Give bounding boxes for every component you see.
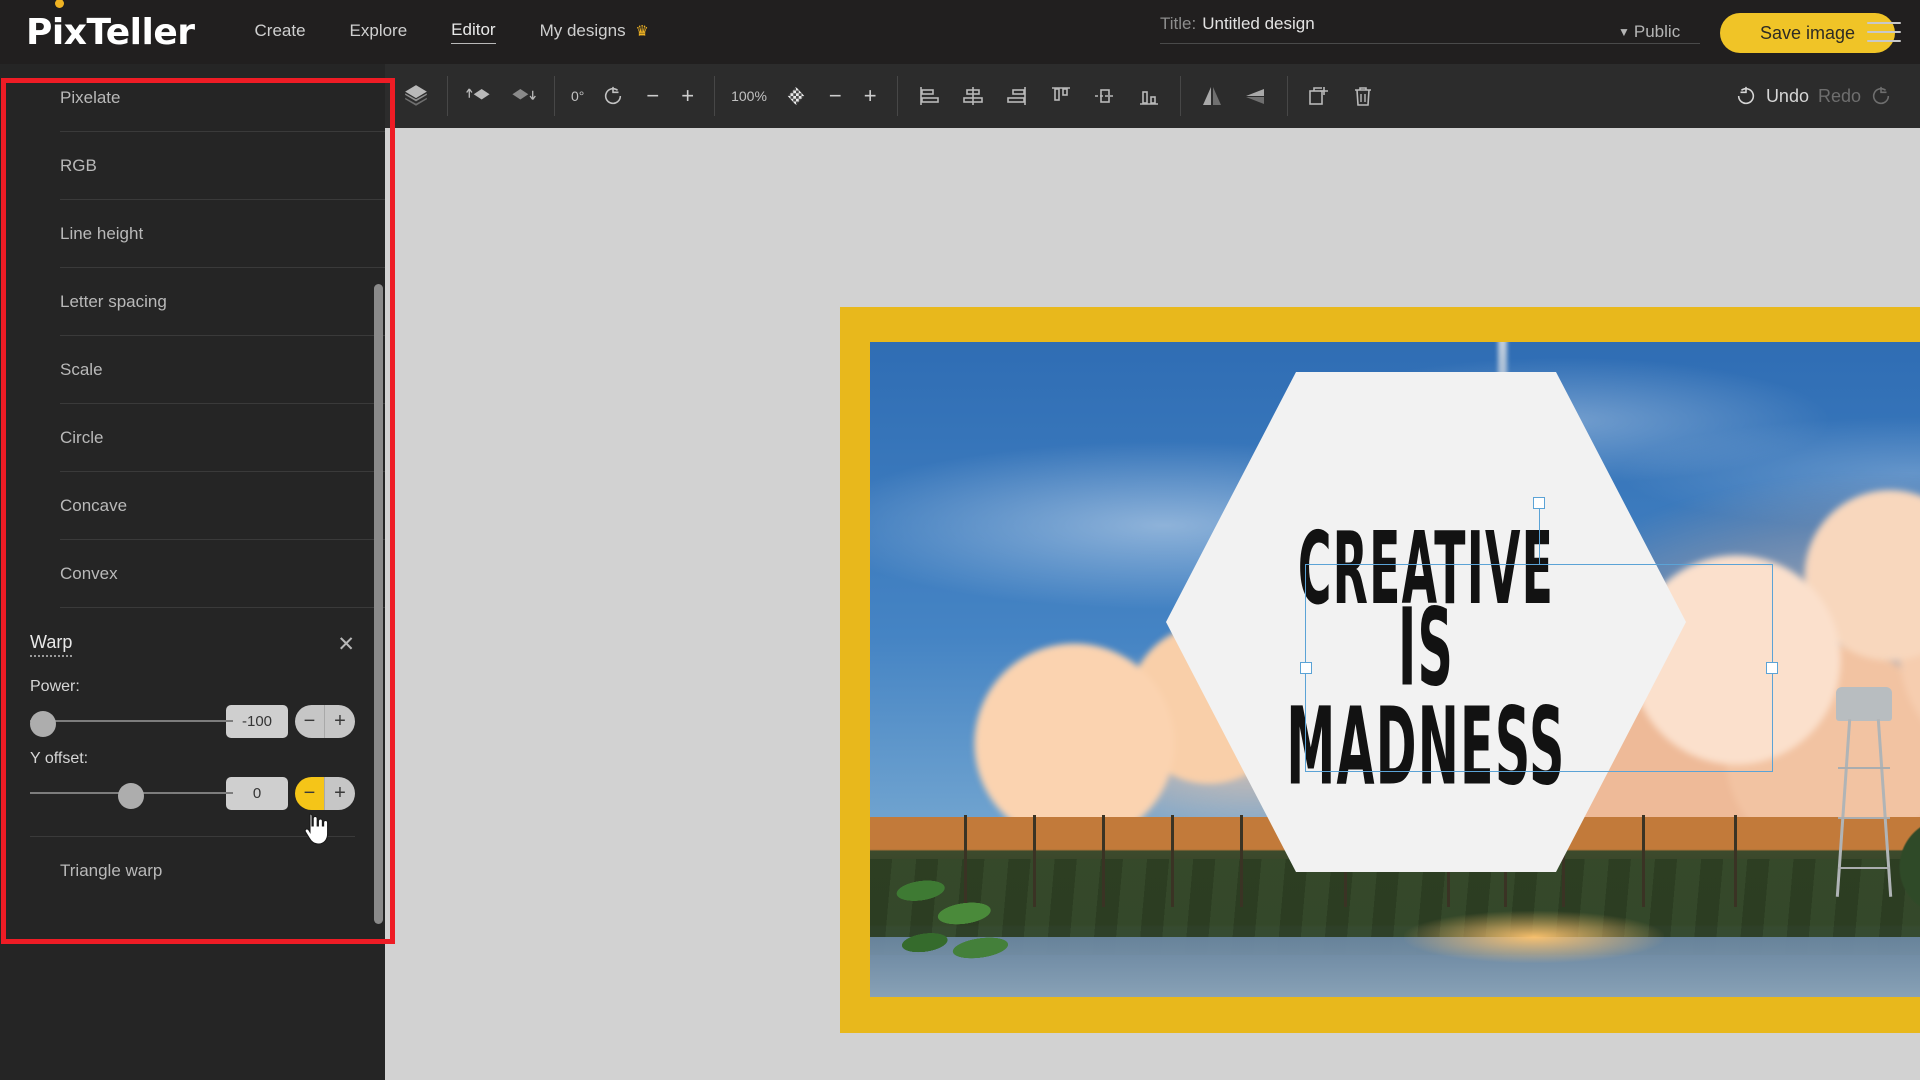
rotate-icon[interactable] [598, 81, 628, 111]
warp-yoffset-value-input[interactable] [226, 776, 288, 810]
photo-tree [1856, 787, 1920, 987]
close-x-icon[interactable]: ✕ [337, 634, 355, 655]
warp-yoffset-label: Y offset: [30, 750, 89, 767]
toolbar-group-align [898, 76, 1181, 116]
nav-links: Create Explore Editor My designs ♛ [255, 20, 649, 44]
photo-foreground-leaves [870, 836, 1045, 988]
warp-yoffset-increase-button[interactable]: + [325, 776, 355, 810]
warp-yoffset-row: − + [30, 776, 355, 810]
align-right-icon[interactable] [1002, 81, 1032, 111]
warp-power-value-input[interactable] [226, 704, 288, 738]
chevron-down-icon: ▼ [1618, 25, 1630, 39]
rotation-value[interactable]: 0° [571, 88, 584, 104]
opacity-value[interactable]: 100% [731, 88, 767, 104]
toolbar-group-flip [1181, 76, 1288, 116]
layers-icon[interactable] [401, 81, 431, 111]
warp-title: Warp [30, 632, 73, 657]
align-middle-vertical-icon[interactable] [1090, 81, 1120, 111]
toolbar-group-rotation: 0° − + [555, 76, 716, 116]
opacity-decrease-button[interactable]: − [825, 85, 846, 107]
hamburger-menu-icon[interactable] [1867, 18, 1901, 46]
logo-text-teller: Teller [86, 11, 195, 53]
effect-item-scale[interactable]: Scale [60, 336, 385, 404]
canvas-work-area: CREATIVE IS MADNESS Animate [385, 64, 1920, 1080]
nav-item-my-designs-label: My designs [539, 20, 626, 40]
warp-yoffset-slider[interactable] [30, 778, 233, 809]
visibility-label: Public [1633, 22, 1681, 41]
effect-item-convex[interactable]: Convex [60, 540, 385, 608]
undo-arrow-icon[interactable] [1735, 85, 1757, 107]
photo-sun-reflection [1404, 911, 1665, 963]
warp-power-increase-button[interactable]: + [325, 704, 355, 738]
align-bottom-icon[interactable] [1134, 81, 1164, 111]
undo-button[interactable]: Undo [1766, 86, 1809, 107]
checkerboard-opacity-icon[interactable] [781, 81, 811, 111]
warp-power-stepper: − + [295, 704, 355, 738]
flip-horizontal-icon[interactable] [1197, 81, 1227, 111]
opacity-increase-button[interactable]: + [860, 85, 881, 107]
logo-dot-icon [55, 0, 64, 8]
visibility-dropdown[interactable]: ▼ Public [1618, 22, 1680, 42]
effect-item-circle[interactable]: Circle [60, 404, 385, 472]
warp-power-slider[interactable] [30, 706, 233, 737]
toolbar-group-opacity: 100% − + [715, 76, 898, 116]
effect-item-letter-spacing[interactable]: Letter spacing [60, 268, 385, 336]
effects-panel-scrollbar[interactable] [374, 284, 383, 924]
crown-icon: ♛ [635, 22, 649, 40]
warp-effect-panel: Warp ✕ Power: − + Y offset: [30, 608, 355, 837]
flip-vertical-icon[interactable] [1241, 81, 1271, 111]
pixteller-logo[interactable]: Pix Teller [26, 0, 195, 53]
warp-yoffset-decrease-button[interactable]: − [295, 776, 325, 810]
move-layer-up-icon[interactable] [464, 81, 494, 111]
nav-item-editor[interactable]: Editor [451, 20, 496, 44]
pixteller-editor-app: Pix Teller Create Explore Editor My desig… [0, 0, 1920, 1080]
trash-delete-icon[interactable] [1348, 81, 1378, 111]
rotation-decrease-button[interactable]: − [642, 85, 663, 107]
nav-item-my-designs[interactable]: My designs ♛ [540, 21, 649, 44]
warp-header: Warp ✕ [30, 622, 355, 666]
align-left-icon[interactable] [914, 81, 944, 111]
effect-item-triangle-warp[interactable]: Triangle warp [60, 837, 385, 905]
logo-text-pix: Pix [26, 11, 87, 53]
move-layer-down-icon[interactable] [508, 81, 538, 111]
toolbar-group-actions [1288, 76, 1394, 116]
warp-power-label: Power: [30, 678, 80, 695]
effect-item-concave[interactable]: Concave [60, 472, 385, 540]
warp-power-decrease-button[interactable]: − [295, 704, 325, 738]
duplicate-icon[interactable] [1304, 81, 1334, 111]
rotate-handle-line [1539, 503, 1540, 565]
warp-power-slider-knob[interactable] [30, 711, 56, 737]
design-title-label: Title: [1160, 14, 1197, 33]
nav-item-explore[interactable]: Explore [350, 21, 408, 44]
top-navigation-bar: Pix Teller Create Explore Editor My desig… [0, 0, 1920, 64]
effects-list: Pixelate RGB Line height Letter spacing … [0, 64, 385, 905]
rotation-increase-button[interactable]: + [677, 85, 698, 107]
warp-yoffset-stepper: − + [295, 776, 355, 810]
effect-item-line-height[interactable]: Line height [60, 200, 385, 268]
design-title-value: Untitled design [1202, 14, 1315, 33]
align-center-horizontal-icon[interactable] [958, 81, 988, 111]
text-selection-box[interactable] [1300, 497, 1778, 772]
resize-handle-right[interactable] [1766, 662, 1778, 674]
undo-redo-group: Undo Redo [1735, 64, 1892, 128]
toolbar-group-order [448, 76, 555, 116]
effect-item-rgb[interactable]: RGB [60, 132, 385, 200]
toolbar-group-layers [385, 76, 448, 116]
object-toolbar: 0° − + 100% − + Undo Redo [385, 64, 1920, 128]
effects-sidebar-panel: Pixelate RGB Line height Letter spacing … [0, 64, 385, 1080]
effect-item-pixelate[interactable]: Pixelate [60, 64, 385, 132]
redo-button[interactable]: Redo [1818, 86, 1861, 107]
warp-power-row: − + [30, 704, 355, 738]
warp-yoffset-slider-knob[interactable] [118, 783, 144, 809]
rotate-handle[interactable] [1533, 497, 1545, 509]
nav-item-create[interactable]: Create [255, 21, 306, 44]
resize-handle-left[interactable] [1300, 662, 1312, 674]
align-top-icon[interactable] [1046, 81, 1076, 111]
redo-arrow-icon[interactable] [1870, 85, 1892, 107]
